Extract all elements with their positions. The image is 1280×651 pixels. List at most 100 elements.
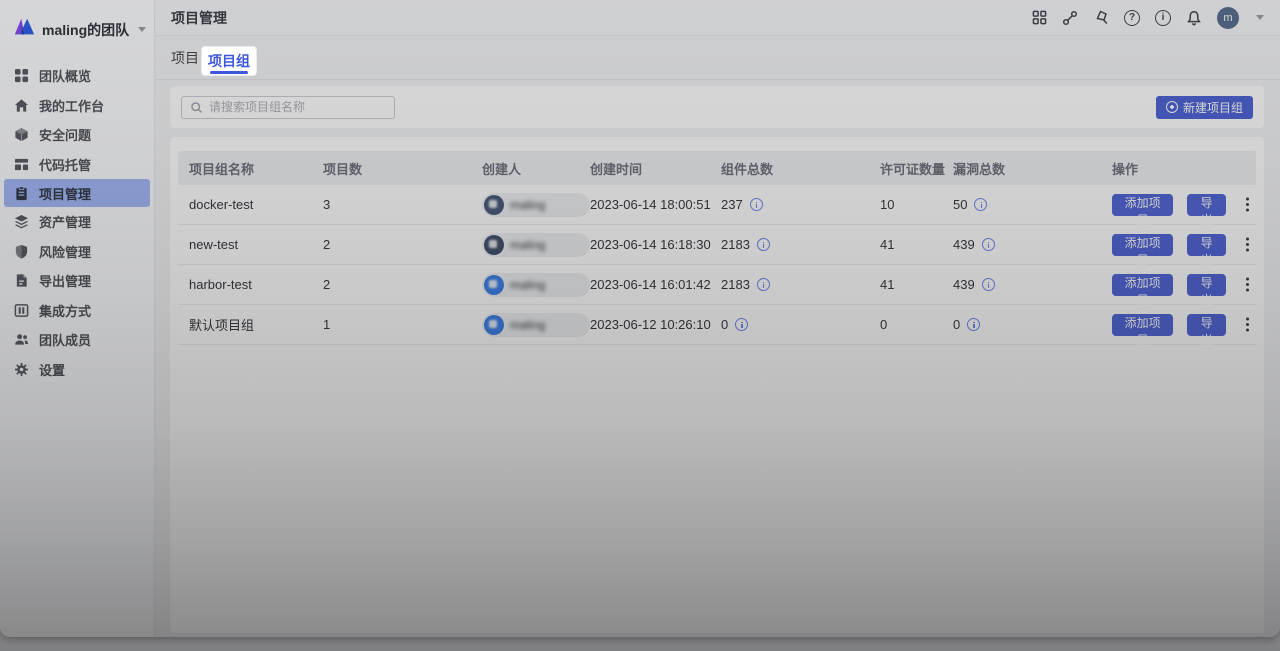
- team-logo-icon: [13, 16, 35, 43]
- add-project-button[interactable]: 添加项目: [1112, 234, 1173, 256]
- search-box[interactable]: [181, 96, 395, 119]
- main-area: 项目管理 ? i m 项目: [155, 0, 1280, 637]
- cube-icon: [14, 127, 29, 142]
- project-count: 2: [323, 237, 482, 252]
- sidebar-item-label: 集成方式: [39, 301, 91, 320]
- created-at: 2023-06-14 16:01:42: [590, 277, 721, 292]
- shield-icon: [14, 244, 29, 259]
- sidebar-item-label: 设置: [39, 360, 65, 379]
- col-header-actions: 操作: [1112, 159, 1256, 178]
- creator-avatar: [484, 195, 504, 215]
- component-total: 237: [721, 197, 743, 212]
- creator-name-blurred: maling: [510, 238, 545, 252]
- more-actions-icon[interactable]: [1239, 194, 1256, 216]
- link-icon[interactable]: [1062, 10, 1078, 26]
- more-actions-icon[interactable]: [1239, 234, 1256, 256]
- sidebar-item-security-issues[interactable]: 安全问题: [4, 120, 150, 150]
- info-icon[interactable]: i: [1155, 10, 1171, 26]
- sidebar-item-label: 资产管理: [39, 212, 91, 231]
- export-button[interactable]: 导出: [1187, 314, 1226, 336]
- license-count: 41: [880, 237, 953, 252]
- sidebar-item-integration[interactable]: 集成方式: [4, 296, 150, 326]
- creator-avatar: [484, 235, 504, 255]
- component-total: 2183: [721, 277, 750, 292]
- search-input[interactable]: [209, 100, 386, 114]
- info-icon[interactable]: [974, 198, 987, 211]
- help-icon[interactable]: ?: [1124, 10, 1140, 26]
- export-button[interactable]: 导出: [1187, 234, 1226, 256]
- home-icon: [14, 98, 29, 113]
- top-bar: 项目管理 ? i m: [155, 0, 1280, 36]
- table-row: docker-test 3 maling 2023-06-14 18:00:51…: [178, 185, 1256, 225]
- export-button[interactable]: 导出: [1187, 274, 1226, 296]
- sidebar-item-asset-management[interactable]: 资产管理: [4, 207, 150, 237]
- sidebar-item-code-hosting[interactable]: 代码托管: [4, 150, 150, 180]
- info-icon[interactable]: [750, 198, 763, 211]
- sidebar-item-project-management[interactable]: 项目管理: [4, 179, 150, 207]
- col-header-creator: 创建人: [482, 159, 590, 178]
- creator-cell: maling: [482, 313, 590, 337]
- info-icon[interactable]: [757, 238, 770, 251]
- integration-icon: [14, 303, 29, 318]
- col-header-license-count: 许可证数量: [880, 159, 953, 178]
- creator-name-blurred: maling: [510, 198, 545, 212]
- sidebar-item-team-overview[interactable]: 团队概览: [4, 61, 150, 91]
- team-name: maling的团队: [42, 20, 129, 40]
- table-row: 默认项目组 1 maling 2023-06-12 10:26:10 0 0 0…: [178, 305, 1256, 345]
- sidebar-item-label: 导出管理: [39, 271, 91, 290]
- code-repo-icon: [14, 157, 29, 172]
- sidebar-item-label: 风险管理: [39, 242, 91, 261]
- creator-name-blurred: maling: [510, 278, 545, 292]
- sidebar-item-label: 团队成员: [39, 330, 91, 349]
- user-avatar[interactable]: m: [1217, 7, 1239, 29]
- app-window: maling的团队 团队概览 我的工作台 安全问题 代码托管 项目管: [0, 0, 1280, 637]
- sidebar-item-my-workbench[interactable]: 我的工作台: [4, 91, 150, 121]
- page-title: 项目管理: [171, 8, 227, 28]
- more-actions-icon[interactable]: [1239, 274, 1256, 296]
- creator-avatar: [484, 315, 504, 335]
- add-project-button[interactable]: 添加项目: [1112, 194, 1173, 216]
- vulnerability-total: 439: [953, 237, 975, 252]
- scan-icon[interactable]: [1093, 10, 1109, 26]
- info-icon[interactable]: [735, 318, 748, 331]
- sidebar-item-settings[interactable]: 设置: [4, 355, 150, 385]
- search-icon: [190, 101, 203, 114]
- content-area: 新建项目组 项目组名称 项目数 创建人 创建时间 组件总数 许可证数量 漏洞总数…: [155, 80, 1280, 637]
- table-header-row: 项目组名称 项目数 创建人 创建时间 组件总数 许可证数量 漏洞总数 操作: [178, 151, 1256, 185]
- component-total: 0: [721, 317, 728, 332]
- sidebar-item-risk-management[interactable]: 风险管理: [4, 237, 150, 267]
- new-project-group-button[interactable]: 新建项目组: [1156, 96, 1253, 119]
- project-count: 1: [323, 317, 482, 332]
- creator-cell: maling: [482, 273, 590, 297]
- chevron-down-icon: [138, 27, 146, 32]
- col-header-group-name: 项目组名称: [189, 159, 323, 178]
- export-button[interactable]: 导出: [1187, 194, 1226, 216]
- sidebar-item-export-management[interactable]: 导出管理: [4, 266, 150, 296]
- col-header-vulnerability-total: 漏洞总数: [953, 159, 1112, 178]
- tab-project-groups-active[interactable]: 项目组: [202, 47, 256, 75]
- top-icons: ? i m: [1031, 7, 1264, 29]
- sidebar-item-label: 我的工作台: [39, 96, 104, 115]
- add-project-button[interactable]: 添加项目: [1112, 274, 1173, 296]
- info-icon[interactable]: [967, 318, 980, 331]
- add-project-button[interactable]: 添加项目: [1112, 314, 1173, 336]
- chevron-down-icon[interactable]: [1256, 15, 1264, 20]
- info-icon[interactable]: [982, 238, 995, 251]
- apps-grid-icon[interactable]: [1031, 10, 1047, 26]
- tab-projects[interactable]: 项目: [171, 48, 199, 68]
- layers-icon: [14, 214, 29, 229]
- group-name: new-test: [189, 237, 323, 252]
- vulnerability-total: 50: [953, 197, 967, 212]
- creator-cell: maling: [482, 233, 590, 257]
- sidebar-item-team-members[interactable]: 团队成员: [4, 325, 150, 355]
- sidebar-item-label: 安全问题: [39, 125, 91, 144]
- team-switcher[interactable]: maling的团队: [0, 0, 154, 53]
- group-name: 默认项目组: [189, 315, 323, 334]
- bell-icon[interactable]: [1186, 10, 1202, 26]
- component-total: 2183: [721, 237, 750, 252]
- gear-icon: [14, 362, 29, 377]
- more-actions-icon[interactable]: [1239, 314, 1256, 336]
- creator-name-blurred: maling: [510, 318, 545, 332]
- info-icon[interactable]: [757, 278, 770, 291]
- info-icon[interactable]: [982, 278, 995, 291]
